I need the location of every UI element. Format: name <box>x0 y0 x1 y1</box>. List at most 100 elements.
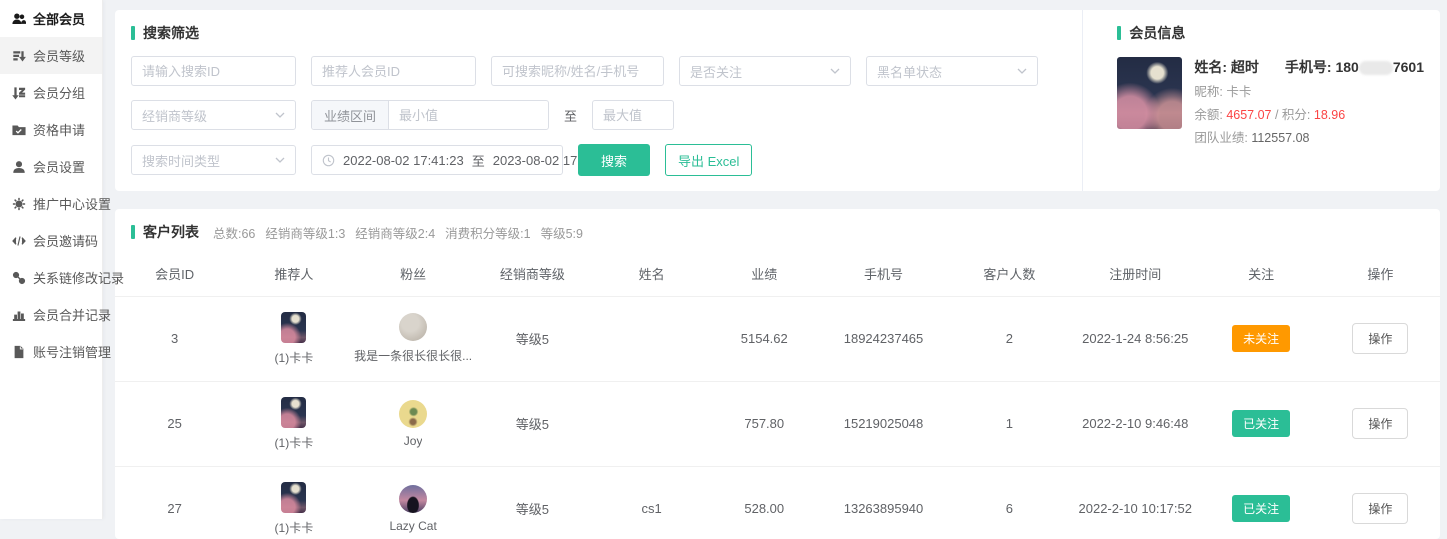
sidebar-item-member-level[interactable]: 会员等级 <box>0 37 102 74</box>
referrer-id-input[interactable] <box>311 56 476 86</box>
referrer-avatar <box>281 482 306 513</box>
sidebar-item-account-cancel[interactable]: 账号注销管理 <box>0 333 102 370</box>
row-action-button[interactable]: 操作 <box>1352 408 1408 439</box>
cell-phone: 15219025048 <box>817 381 950 466</box>
member-nickname: 卡卡 <box>1226 85 1251 99</box>
user-icon <box>12 160 26 174</box>
follow-status-badge: 已关注 <box>1232 410 1290 437</box>
col-name: 姓名 <box>592 252 711 296</box>
cell-customer-count: 1 <box>950 381 1069 466</box>
member-avatar <box>1117 57 1182 129</box>
users-icon <box>12 12 26 26</box>
member-points: 18.96 <box>1314 108 1345 122</box>
phone-redacted <box>1359 61 1393 75</box>
chevron-down-icon <box>275 112 285 118</box>
col-performance: 业绩 <box>711 252 817 296</box>
member-phone-prefix: 180 <box>1335 59 1358 75</box>
top-panel: 搜索筛选 是否关注 黑名单状态 <box>115 10 1440 191</box>
keyword-input[interactable] <box>491 56 664 86</box>
member-balance-line: 余额: 4657.07 / 积分: 18.96 <box>1194 104 1424 123</box>
performance-range-group: 业绩区间 <box>311 100 549 130</box>
cell-member-id: 27 <box>115 466 234 539</box>
cell-customer-count: 6 <box>950 466 1069 539</box>
cell-name <box>592 296 711 381</box>
member-phone-suffix: 7601 <box>1393 59 1424 75</box>
sidebar-item-member-settings[interactable]: 会员设置 <box>0 148 102 185</box>
sidebar-item-label: 会员分组 <box>33 83 85 102</box>
search-button[interactable]: 搜索 <box>578 144 650 176</box>
cell-fan: Lazy Cat <box>354 485 473 533</box>
cell-fan: Joy <box>354 400 473 448</box>
member-info-title: 会员信息 <box>1117 23 1424 43</box>
main-content: 搜索筛选 是否关注 黑名单状态 <box>103 0 1447 519</box>
dealer-level-select[interactable]: 经销商等级 <box>131 100 296 130</box>
cell-dealer-level: 等级5 <box>473 466 592 539</box>
cell-referrer: (1)卡卡 <box>234 312 353 366</box>
title-accent-bar <box>1117 26 1121 40</box>
cell-referrer: (1)卡卡 <box>234 482 353 536</box>
cell-register-time: 2022-2-10 10:17:52 <box>1069 466 1202 539</box>
sidebar-item-label: 资格申请 <box>33 120 85 139</box>
sidebar-item-qualification[interactable]: 资格申请 <box>0 111 102 148</box>
time-type-select[interactable]: 搜索时间类型 <box>131 145 296 175</box>
col-fan: 粉丝 <box>354 252 473 296</box>
sidebar-item-member-group[interactable]: 会员分组 <box>0 74 102 111</box>
cell-register-time: 2022-1-24 8:56:25 <box>1069 296 1202 381</box>
chevron-down-icon <box>830 68 840 74</box>
cell-performance: 5154.62 <box>711 296 817 381</box>
gear-icon <box>12 197 26 211</box>
sidebar-item-all-members[interactable]: 全部会员 <box>0 0 102 37</box>
member-team-perf-line: 团队业绩: 112557.08 <box>1194 127 1424 146</box>
performance-max-input[interactable] <box>592 100 674 130</box>
sidebar-item-promotion-settings[interactable]: 推广中心设置 <box>0 185 102 222</box>
link-icon <box>12 271 26 285</box>
sidebar-item-label: 会员邀请码 <box>33 231 98 250</box>
sidebar-item-label: 会员等级 <box>33 46 85 65</box>
title-accent-bar <box>131 225 135 239</box>
cell-performance: 528.00 <box>711 466 817 539</box>
customer-table: 会员ID 推荐人 粉丝 经销商等级 姓名 业绩 手机号 客户人数 注册时间 关注… <box>115 252 1440 539</box>
cell-performance: 757.80 <box>711 381 817 466</box>
follow-status-badge: 未关注 <box>1232 325 1290 352</box>
sidebar-item-label: 会员设置 <box>33 157 85 176</box>
cell-fan: 我是一条很长很长很... <box>354 313 473 364</box>
table-header-row: 会员ID 推荐人 粉丝 经销商等级 姓名 业绩 手机号 客户人数 注册时间 关注… <box>115 252 1440 296</box>
row-action-button[interactable]: 操作 <box>1352 323 1408 354</box>
col-referrer: 推荐人 <box>234 252 353 296</box>
col-dealer-level: 经销商等级 <box>473 252 592 296</box>
bar-chart-icon <box>12 308 26 322</box>
search-id-input[interactable] <box>131 56 296 86</box>
cell-name: cs1 <box>592 466 711 539</box>
row-action-button[interactable]: 操作 <box>1352 493 1408 524</box>
sidebar: 全部会员 会员等级 会员分组 资格申请 会员设置 推广中心设置 会员邀请码 关系… <box>0 0 103 519</box>
cell-dealer-level: 等级5 <box>473 381 592 466</box>
search-filter-title: 搜索筛选 <box>131 23 1066 43</box>
col-action: 操作 <box>1321 252 1440 296</box>
sort-alpha-icon <box>12 86 26 100</box>
performance-range-label: 业绩区间 <box>312 101 389 129</box>
sidebar-item-label: 账号注销管理 <box>33 342 111 361</box>
member-name-phone-line: 姓名: 超时 手机号: 1807601 <box>1194 57 1424 77</box>
clock-icon <box>322 154 335 167</box>
sidebar-item-merge-log[interactable]: 会员合并记录 <box>0 296 102 333</box>
export-excel-button[interactable]: 导出 Excel <box>665 144 752 176</box>
sidebar-item-label: 关系链修改记录 <box>33 268 124 287</box>
cell-member-id: 3 <box>115 296 234 381</box>
title-accent-bar <box>131 26 135 40</box>
date-range-picker[interactable]: 2022-08-02 17:41:23 至 2023-08-02 17:41:2… <box>311 145 563 175</box>
stat-dealer-level-2: 经销商等级2:4 <box>355 223 435 242</box>
sidebar-item-label: 全部会员 <box>33 9 85 28</box>
col-register-time: 注册时间 <box>1069 252 1202 296</box>
member-nickname-line: 昵称: 卡卡 <box>1194 81 1424 100</box>
sidebar-item-relation-log[interactable]: 关系链修改记录 <box>0 259 102 296</box>
cell-phone: 13263895940 <box>817 466 950 539</box>
blacklist-status-select[interactable]: 黑名单状态 <box>866 56 1038 86</box>
performance-min-input[interactable] <box>389 101 548 129</box>
folder-check-icon <box>12 123 26 137</box>
file-icon <box>12 345 26 359</box>
follow-status-select[interactable]: 是否关注 <box>679 56 851 86</box>
cell-dealer-level: 等级5 <box>473 296 592 381</box>
sidebar-item-invite-code[interactable]: 会员邀请码 <box>0 222 102 259</box>
fan-avatar <box>399 400 427 428</box>
chevron-down-icon <box>275 157 285 163</box>
